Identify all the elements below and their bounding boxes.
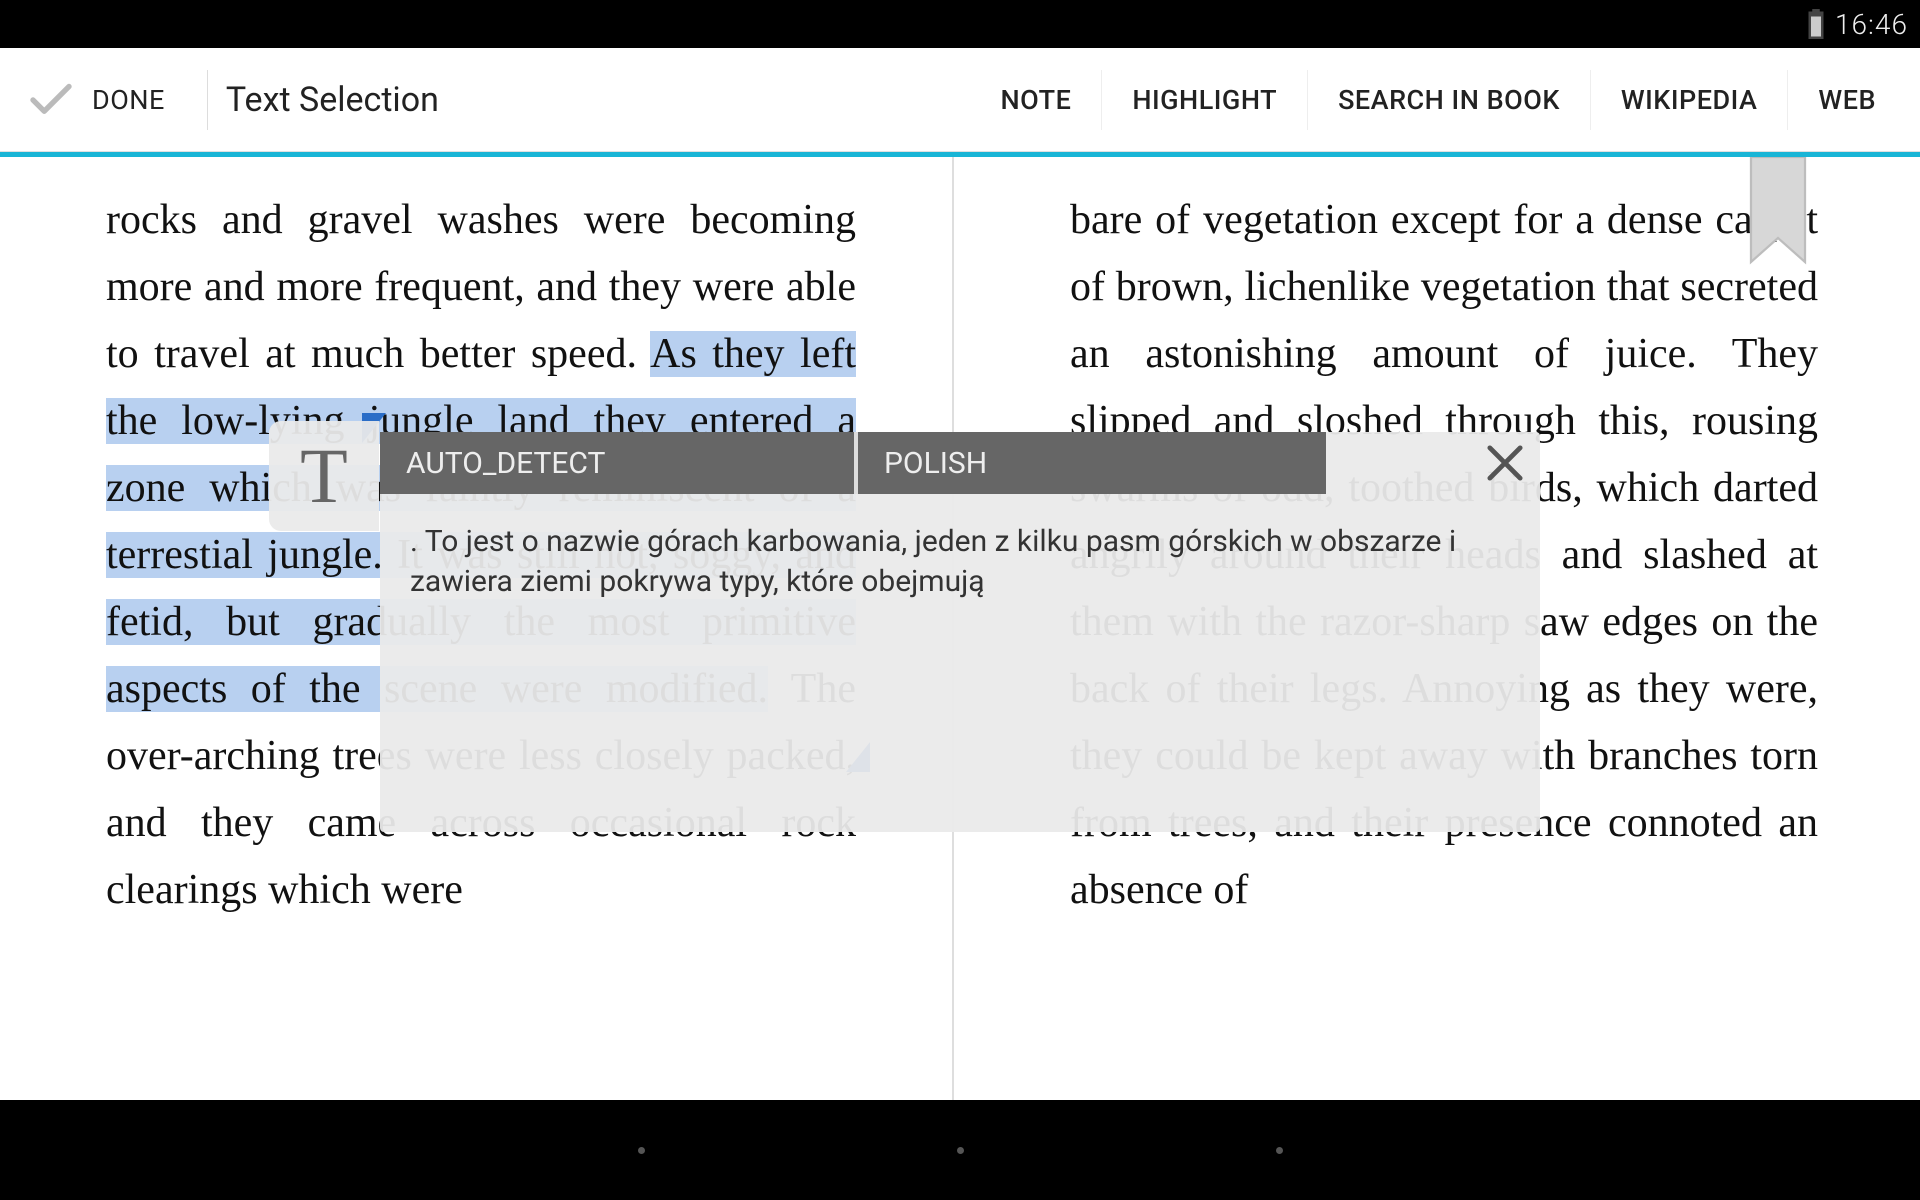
bookmark-icon[interactable]	[1746, 157, 1810, 277]
reading-pages[interactable]: rocks and gravel washes were becoming mo…	[0, 157, 1920, 1100]
close-button[interactable]	[1470, 432, 1540, 494]
wikipedia-button[interactable]: WIKIPEDIA	[1591, 72, 1788, 128]
note-button[interactable]: NOTE	[971, 72, 1102, 128]
nav-back-button[interactable]	[638, 1147, 645, 1154]
highlight-button[interactable]: HIGHLIGHT	[1102, 72, 1307, 128]
popup-header: AUTO_DETECT POLISH	[380, 432, 1540, 494]
search-in-book-button[interactable]: SEARCH IN BOOK	[1308, 72, 1590, 128]
language-tab-polish[interactable]: POLISH	[858, 432, 1326, 494]
status-bar: 16:46	[0, 0, 1920, 48]
divider	[207, 70, 208, 130]
toolbar-actions: NOTE HIGHLIGHT SEARCH IN BOOK WIKIPEDIA …	[971, 70, 1906, 130]
nav-home-button[interactable]	[957, 1147, 964, 1154]
content-area: DONE Text Selection NOTE HIGHLIGHT SEARC…	[0, 48, 1920, 1100]
web-button[interactable]: WEB	[1788, 72, 1906, 128]
translation-text: . To jest o nazwie górach karbowania, je…	[410, 522, 1510, 602]
translation-popup: T AUTO_DETECT POLISH . To jest o nazwie …	[380, 432, 1540, 832]
language-tab-auto-detect[interactable]: AUTO_DETECT	[380, 432, 858, 494]
done-label: DONE	[92, 84, 165, 116]
done-button[interactable]: DONE	[14, 61, 189, 139]
toolbar: DONE Text Selection NOTE HIGHLIGHT SEARC…	[0, 48, 1920, 152]
clock: 16:46	[1835, 8, 1908, 41]
text-style-icon[interactable]: T	[269, 421, 379, 531]
battery-icon	[1807, 9, 1825, 39]
toolbar-title: Text Selection	[226, 80, 439, 120]
navigation-bar	[0, 1100, 1920, 1200]
popup-body: . To jest o nazwie górach karbowania, je…	[380, 494, 1540, 832]
close-icon	[1479, 437, 1531, 489]
check-icon	[24, 73, 78, 127]
nav-recents-button[interactable]	[1276, 1147, 1283, 1154]
